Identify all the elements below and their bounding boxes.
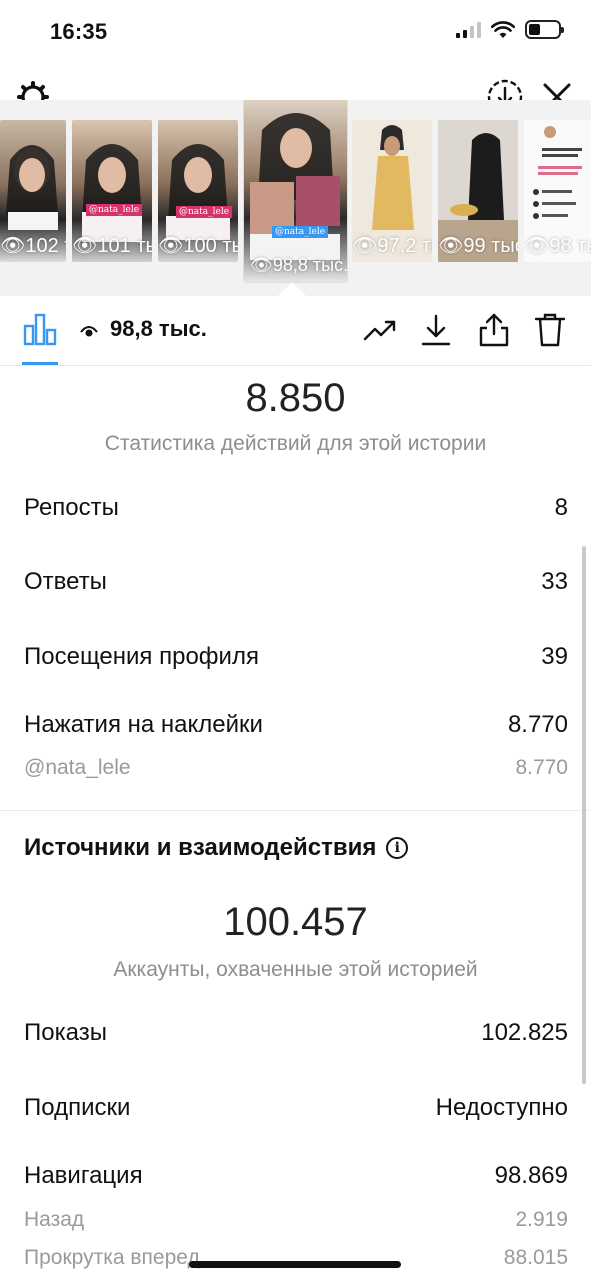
stat-row-navigation: Навигация 98.869: [24, 1162, 568, 1190]
stat-row-shares: Репосты 8: [24, 494, 568, 522]
mention-sticker: @nata_lele: [272, 226, 329, 238]
stat-row-sticker-taps: Нажатия на наклейки 8.770: [24, 711, 568, 739]
thumbnail-views: 👁100 тыс.: [158, 235, 238, 257]
home-indicator[interactable]: [189, 1261, 401, 1268]
stat-row-profile-visits: Посещения профиля 39: [24, 643, 568, 671]
stat-sub-label: @nata_lele: [24, 756, 131, 779]
eye-icon: [80, 326, 98, 337]
stat-label: Показы: [24, 1019, 107, 1046]
thumbnail-views: 👁99 тыс.: [438, 235, 518, 257]
story-thumbnail-strip[interactable]: 👁102 тыс. @nata_lele 👁101 тыс. @nata_lel…: [0, 100, 591, 296]
scrollbar[interactable]: [582, 546, 586, 1084]
status-time: 16:35: [50, 19, 108, 44]
stat-sub-label: Назад: [24, 1208, 85, 1231]
battery-icon: [525, 20, 564, 39]
stat-value: 8.770: [507, 711, 568, 738]
share-icon[interactable]: [476, 312, 512, 348]
thumbnail-views: 👁102 тыс.: [0, 235, 66, 257]
stat-row-back: Назад 2.919: [24, 1208, 568, 1232]
selected-thumbnail-pointer: [278, 282, 306, 296]
interactions-caption: Статистика действий для этой истории: [104, 432, 487, 455]
story-thumbnail[interactable]: 👁97,2 тыс.: [352, 120, 432, 262]
stat-sub-value: 8.770: [515, 756, 568, 779]
thumbnail-views: 👁98,8 тыс.: [250, 255, 347, 275]
stat-value: 33: [541, 568, 568, 595]
stat-label: Подписки: [24, 1094, 131, 1121]
stat-label: Нажатия на наклейки: [24, 711, 263, 738]
discovery-section-title: Источники и взаимодействия i: [24, 834, 409, 862]
stat-label: Посещения профиля: [24, 643, 259, 670]
status-indicators: [456, 20, 564, 39]
wifi-icon: [491, 20, 515, 38]
stat-value: 98.869: [494, 1162, 568, 1189]
active-tab-indicator: [22, 362, 58, 365]
stat-value: 8: [554, 494, 568, 521]
story-thumbnail[interactable]: 👁99 тыс.: [438, 120, 518, 262]
stat-row-follows: Подписки Недоступно: [24, 1094, 568, 1122]
stat-label: Навигация: [24, 1162, 143, 1189]
stat-value: Недоступно: [435, 1094, 568, 1121]
stat-sub-value: 2.919: [515, 1208, 568, 1231]
download-icon[interactable]: [418, 312, 454, 348]
info-icon[interactable]: i: [386, 837, 409, 859]
story-thumbnail[interactable]: 👁98 тыс.: [524, 120, 591, 262]
reach-caption: Аккаунты, охваченные этой историей: [113, 958, 478, 981]
stat-row-impressions: Показы 102.825: [24, 1019, 568, 1047]
section-title-text: Источники и взаимодействия: [24, 834, 377, 861]
story-thumbnail[interactable]: @nata_lele 👁100 тыс.: [158, 120, 238, 262]
story-thumbnail-selected[interactable]: @nata_lele 👁98,8 тыс.: [244, 100, 347, 282]
stat-sub-label: Прокрутка вперед: [24, 1246, 200, 1269]
mention-sticker: @nata_lele: [176, 206, 233, 218]
insights-bar-chart-icon[interactable]: [22, 312, 58, 346]
reach-total: 100.457: [223, 900, 368, 944]
interactions-total: 8.850: [245, 376, 346, 420]
stat-row-replies: Ответы 33: [24, 568, 568, 596]
stat-value: 39: [541, 643, 568, 670]
story-views-count: 98,8 тыс.: [110, 316, 207, 341]
stat-row-sticker-mention[interactable]: @nata_lele 8.770: [24, 756, 568, 780]
stat-label: Репосты: [24, 494, 119, 521]
stat-label: Ответы: [24, 568, 107, 595]
story-thumbnail[interactable]: @nata_lele 👁101 тыс.: [72, 120, 152, 262]
stat-sub-value: 88.015: [503, 1246, 568, 1269]
insights-toolbar: 98,8 тыс.: [0, 296, 591, 366]
cellular-signal-icon: [456, 21, 481, 38]
stat-value: 102.825: [481, 1019, 568, 1046]
status-bar: 16:35: [0, 0, 591, 62]
thumbnail-views: 👁98 тыс.: [524, 235, 591, 257]
story-thumbnail[interactable]: 👁102 тыс.: [0, 120, 66, 262]
mention-sticker: @nata_lele: [86, 204, 143, 216]
section-divider: [0, 810, 591, 811]
delete-trash-icon[interactable]: [532, 312, 568, 348]
promote-trend-icon[interactable]: [362, 312, 398, 348]
thumbnail-views: 👁101 тыс.: [72, 235, 152, 257]
thumbnail-views: 👁97,2 тыс.: [352, 235, 432, 257]
